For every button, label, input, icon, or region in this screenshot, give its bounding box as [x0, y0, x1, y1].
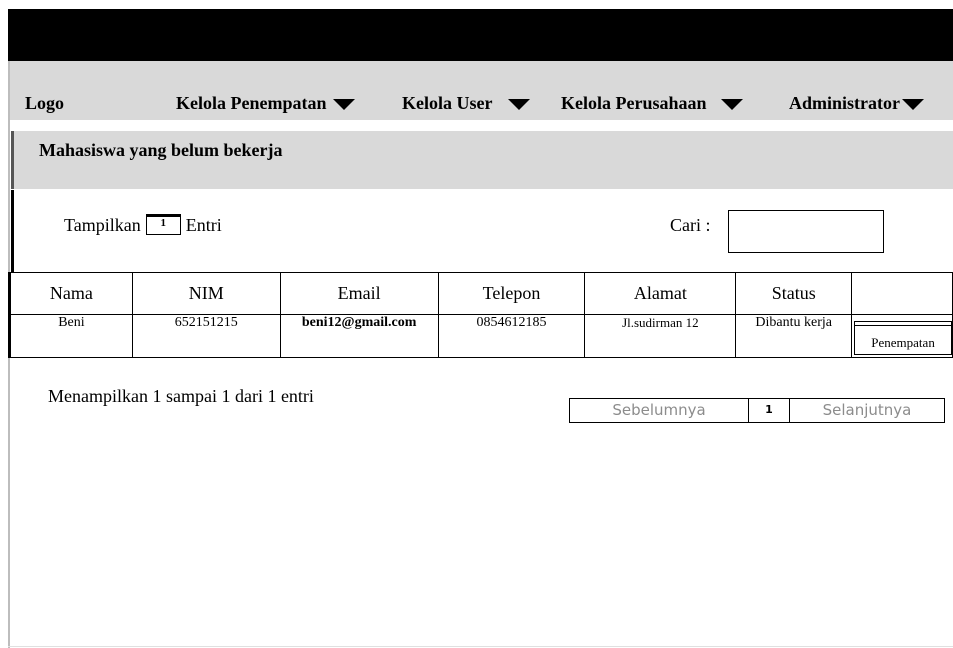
header-nim: NIM: [131, 272, 281, 315]
cell-nama: Beni: [8, 314, 133, 358]
pagination-info: Menampilkan 1 sampai 1 dari 1 entri: [48, 386, 314, 406]
cell-action: Penempatan: [851, 314, 953, 358]
entries-suffix-label: Entri: [185, 215, 222, 235]
entries-select[interactable]: 1: [145, 214, 181, 236]
prev-page-button[interactable]: Sebelumnya: [570, 399, 748, 422]
table-row: Beni 652151215 beni12@gmail.com 08546121…: [8, 314, 953, 358]
cell-telepon: 0854612185: [437, 314, 586, 358]
navigation-bar: Logo Kelola Penempatan Kelola User Kelol…: [8, 61, 953, 120]
panel-header-border: [11, 131, 14, 189]
entries-prefix-label: Tampilkan: [64, 215, 141, 235]
header-nama: Nama: [8, 272, 133, 315]
penempatan-button[interactable]: Penempatan: [854, 321, 952, 355]
nav-kelola-user[interactable]: Kelola User: [402, 93, 531, 113]
cell-status: Dibantu kerja: [735, 314, 853, 358]
cell-alamat: Jl.sudirman 12: [584, 314, 737, 358]
header-alamat: Alamat: [584, 272, 737, 315]
table-header-row: Nama NIM Email Telepon Alamat Status: [8, 272, 953, 315]
nav-kelola-perusahaan[interactable]: Kelola Perusahaan: [561, 93, 743, 113]
search-label: Cari :: [670, 215, 711, 235]
cell-nim: 652151215: [131, 314, 281, 358]
action-wrap: Penempatan: [852, 315, 952, 357]
nav-kelola-penempatan[interactable]: Kelola Penempatan: [176, 93, 355, 113]
page-1-button[interactable]: 1: [748, 399, 790, 422]
header-telepon: Telepon: [437, 272, 586, 315]
caret-down-icon[interactable]: [902, 99, 924, 111]
nav-kelola-user-label: Kelola User: [402, 93, 493, 113]
header-status: Status: [735, 272, 853, 315]
caret-down-icon[interactable]: [720, 99, 743, 111]
caret-down-icon[interactable]: [332, 99, 355, 111]
nav-administrator-label: Administrator: [789, 93, 900, 113]
bottom-border: [8, 646, 953, 647]
pagination: Sebelumnya 1 Selanjutnya: [569, 398, 945, 423]
search-input[interactable]: [728, 210, 884, 253]
header-email: Email: [279, 272, 439, 315]
nav-kelola-perusahaan-label: Kelola Perusahaan: [561, 93, 707, 113]
next-page-button[interactable]: Selanjutnya: [790, 399, 944, 422]
content-border: [11, 190, 14, 272]
caret-down-icon[interactable]: [508, 99, 531, 111]
header-action: [851, 272, 953, 315]
entries-control: Tampilkan 1 Entri: [64, 214, 222, 237]
panel-title: Mahasiswa yang belum bekerja: [39, 140, 283, 160]
students-table: Nama NIM Email Telepon Alamat Status Ben…: [8, 272, 953, 358]
nav-kelola-penempatan-label: Kelola Penempatan: [176, 93, 327, 113]
top-header-bar: [8, 9, 953, 61]
logo[interactable]: Logo: [25, 93, 64, 113]
cell-email: beni12@gmail.com: [279, 314, 439, 358]
nav-administrator[interactable]: Administrator: [789, 93, 924, 113]
